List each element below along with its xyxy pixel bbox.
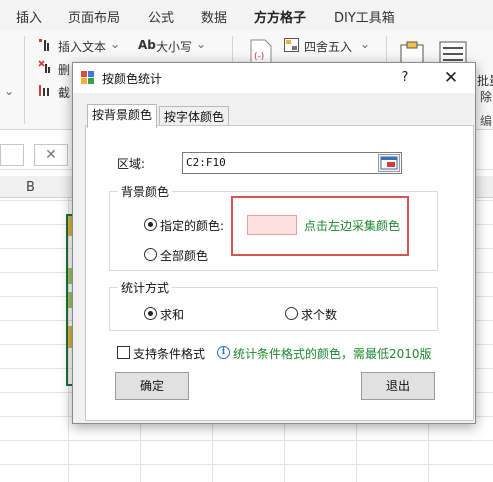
background-color-group-title: 背景颜色 (118, 183, 173, 200)
tab-insert[interactable]: 插入 (16, 7, 42, 26)
dialog-title: 按颜色统计 (102, 72, 163, 86)
statistic-method-group-title: 统计方式 (118, 279, 173, 296)
conditional-format-info: 统计条件格式的颜色，需最低2010版 (233, 347, 432, 361)
tab-diy-toolbox[interactable]: DIY工具箱 (334, 7, 395, 26)
ribbon-tab-bar: 插入 页面布局 公式 数据 方方格子 DIY工具箱 (0, 0, 493, 33)
all-colors-radio[interactable] (144, 248, 157, 261)
font-case-icon: Ab (138, 38, 156, 52)
count-label: 求个数 (301, 308, 338, 322)
conditional-format-label: 支持条件格式 (133, 347, 206, 361)
delete-icon (38, 60, 50, 73)
app-icon (81, 71, 94, 84)
dialog-titlebar[interactable]: 按颜色统计 ? ✕ (73, 63, 475, 93)
sum-radio[interactable] (144, 307, 157, 320)
remove-button[interactable]: 除 (480, 88, 492, 105)
all-colors-label: 全部颜色 (160, 249, 209, 263)
column-header-b[interactable]: B (26, 180, 35, 195)
cancel-icon[interactable]: ✕ (34, 144, 68, 166)
batch-button[interactable]: 批量 (477, 72, 493, 89)
count-radio[interactable] (285, 307, 298, 320)
specified-color-radio[interactable] (144, 218, 157, 231)
sum-label: 求和 (160, 308, 185, 322)
chevron-down-icon[interactable]: ⌄ (4, 84, 14, 98)
chevron-down-icon: ⌄ (360, 37, 371, 51)
pick-color-hint: 点击左边采集颜色 (304, 219, 401, 233)
tab-fangfanggezi[interactable]: 方方格子 (254, 7, 307, 33)
tab-page-layout[interactable]: 页面布局 (68, 7, 120, 26)
case-button[interactable]: 大小写 (156, 38, 192, 55)
insert-text-button[interactable]: 插入文本 (58, 38, 106, 55)
conditional-format-checkbox[interactable] (117, 346, 130, 359)
svg-text:(-): (-) (254, 52, 264, 62)
edit-group-label: 编 (480, 114, 493, 128)
insert-text-icon (39, 39, 49, 51)
help-button[interactable]: ? (395, 68, 415, 88)
color-swatch[interactable] (247, 215, 297, 235)
chevron-down-icon: ⌄ (196, 37, 207, 51)
delete-button[interactable]: 删 (58, 61, 70, 78)
close-button[interactable]: ✕ (439, 67, 463, 89)
range-label: 区域: (117, 157, 146, 171)
tab-data[interactable]: 数据 (201, 7, 227, 26)
exit-button[interactable]: 退出 (361, 372, 435, 400)
chevron-down-icon: ⌄ (110, 37, 121, 51)
range-picker-icon (380, 156, 398, 170)
round-button[interactable]: 四舍五入 (304, 38, 352, 55)
round-icon (284, 38, 299, 52)
range-picker-button[interactable] (378, 154, 400, 172)
info-icon: i (217, 346, 230, 359)
specified-color-label: 指定的颜色: (160, 219, 225, 233)
truncate-button[interactable]: 截 (58, 84, 70, 101)
range-input[interactable]: C2:F10 (182, 152, 402, 174)
tab-background-color[interactable]: 按背景颜色 (87, 104, 157, 128)
ribbon-divider (24, 36, 25, 124)
color-statistics-dialog: 按颜色统计 ? ✕ 按背景颜色 按字体颜色 区域: C2:F10 背景颜色 指定… (72, 62, 476, 424)
tab-formulas[interactable]: 公式 (148, 7, 174, 26)
truncate-icon (39, 85, 49, 96)
name-box[interactable] (0, 144, 24, 166)
ok-button[interactable]: 确定 (115, 372, 189, 400)
